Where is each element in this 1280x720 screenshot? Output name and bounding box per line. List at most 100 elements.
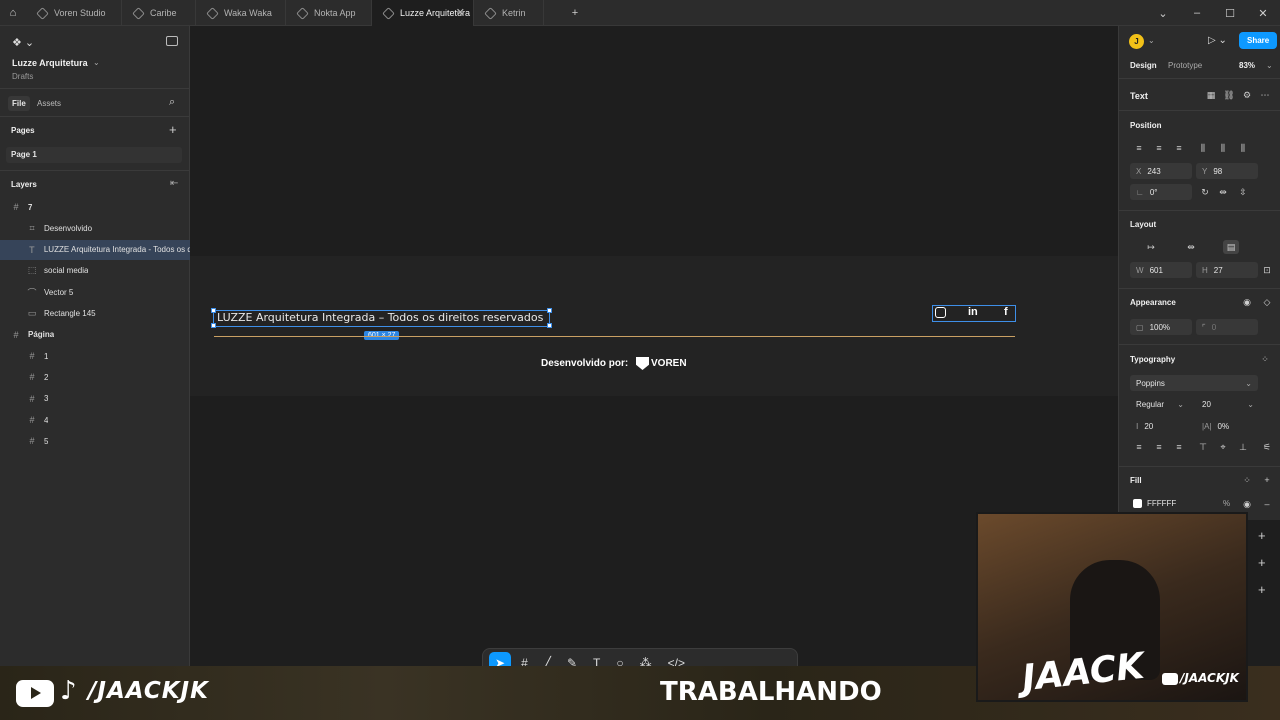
close-tab-icon[interactable]: ✕ bbox=[456, 6, 465, 19]
text-align-center-icon[interactable]: ≡ bbox=[1151, 440, 1167, 454]
font-size-field[interactable]: 20 ⌄ bbox=[1196, 396, 1258, 412]
home-icon[interactable]: ⌂ bbox=[0, 0, 26, 26]
search-icon[interactable]: ⌕ bbox=[169, 96, 175, 109]
file-icon bbox=[36, 6, 49, 20]
tab-file[interactable]: File bbox=[8, 96, 30, 111]
chevron-down-icon[interactable]: ⌄ bbox=[93, 58, 100, 67]
right-panel: J ⌄ ▷ ⌄ Share Design Prototype 83% ⌄ Tex… bbox=[1118, 26, 1280, 520]
grid-icon[interactable]: ▦ bbox=[1203, 88, 1219, 102]
minimize-button[interactable]: – bbox=[1180, 0, 1214, 26]
font-family-select[interactable]: Poppins ⌄ bbox=[1130, 375, 1258, 391]
x-field[interactable]: X 243 bbox=[1130, 163, 1192, 179]
tab-4[interactable]: Luzze Arquitetura ✕ bbox=[372, 0, 474, 26]
hug-width-icon[interactable]: ⇹ bbox=[1183, 240, 1199, 254]
instagram-icon[interactable] bbox=[935, 307, 946, 318]
add-fill-button[interactable]: + bbox=[1259, 473, 1275, 487]
text-align-middle-icon[interactable]: ⌖ bbox=[1215, 440, 1231, 454]
linkedin-icon[interactable]: in bbox=[968, 306, 978, 318]
corner-radius-field[interactable]: ⌜ 0 bbox=[1196, 319, 1258, 335]
add-page-button[interactable]: + bbox=[169, 122, 177, 137]
fill-visibility-icon[interactable]: ◉ bbox=[1239, 497, 1255, 511]
facebook-icon[interactable]: f bbox=[1004, 306, 1008, 318]
component-icon[interactable]: ⚙ bbox=[1239, 88, 1255, 102]
credit-text[interactable]: Desenvolvido por: bbox=[541, 358, 628, 369]
text-align-left-icon[interactable]: ≡ bbox=[1131, 440, 1147, 454]
blend-drop-icon[interactable]: ◇ bbox=[1259, 295, 1275, 309]
align-top-icon[interactable]: ⫼ bbox=[1195, 141, 1211, 155]
tab-design[interactable]: Design bbox=[1130, 61, 1157, 70]
layer-item[interactable]: #1 bbox=[0, 346, 190, 366]
share-button[interactable]: Share bbox=[1239, 32, 1278, 49]
present-play-icon[interactable]: ▷ ⌄ bbox=[1208, 35, 1227, 46]
text-align-top-icon[interactable]: ⊤ bbox=[1195, 440, 1211, 454]
width-field[interactable]: W 601 bbox=[1130, 262, 1192, 278]
rotate-icon[interactable]: ↻ bbox=[1197, 185, 1213, 199]
layer-item[interactable]: ▭ Rectangle 145 bbox=[0, 304, 190, 324]
fill-swatch[interactable] bbox=[1133, 499, 1142, 508]
tab-1[interactable]: Caribe bbox=[122, 0, 196, 26]
chevron-down-icon[interactable]: ⌄ bbox=[1266, 61, 1273, 70]
text-align-right-icon[interactable]: ≡ bbox=[1171, 440, 1187, 454]
avatar[interactable]: J bbox=[1129, 34, 1144, 49]
align-left-icon[interactable]: ≡ bbox=[1131, 141, 1147, 155]
flip-vertical-icon[interactable]: ⇳ bbox=[1235, 185, 1251, 199]
main-menu-icon[interactable]: ❖ ⌄ bbox=[12, 36, 34, 49]
layer-item[interactable]: # Página bbox=[0, 325, 190, 345]
link-icon[interactable]: ⛓ bbox=[1221, 88, 1237, 102]
tab-5[interactable]: Ketrin bbox=[474, 0, 544, 26]
remove-fill-button[interactable]: – bbox=[1259, 497, 1275, 511]
type-settings-icon[interactable]: ⚟ bbox=[1259, 440, 1275, 454]
align-middle-icon[interactable]: ⫼ bbox=[1215, 141, 1231, 155]
layer-item[interactable]: #5 bbox=[0, 431, 190, 451]
line-height-field[interactable]: Ⅰ 20 bbox=[1130, 418, 1188, 434]
maximize-button[interactable]: ☐ bbox=[1213, 0, 1247, 26]
opacity-field[interactable]: ▢ 100% bbox=[1130, 319, 1192, 335]
fill-opacity[interactable]: % bbox=[1223, 499, 1230, 508]
tab-prototype[interactable]: Prototype bbox=[1168, 61, 1202, 70]
file-name[interactable]: Luzze Arquitetura bbox=[12, 58, 88, 68]
layer-item[interactable]: ⌗ Desenvolvido bbox=[0, 218, 190, 238]
add-export-button[interactable]: + bbox=[1258, 582, 1266, 597]
rotation-field[interactable]: ∟ 0° bbox=[1130, 184, 1192, 200]
tab-2[interactable]: Waka Waka bbox=[196, 0, 286, 26]
align-bottom-icon[interactable]: ⫼ bbox=[1235, 141, 1251, 155]
chevron-down-icon[interactable]: ⌄ bbox=[1148, 36, 1155, 45]
layer-label: LUZZE Arquitetura Integrada - Todos os d bbox=[43, 245, 190, 255]
chevron-down-icon[interactable]: ⌄ bbox=[1146, 0, 1180, 26]
file-icon bbox=[382, 6, 395, 20]
toggle-sidebar-icon[interactable] bbox=[166, 36, 178, 46]
flip-horizontal-icon[interactable]: ⇹ bbox=[1215, 185, 1231, 199]
tab-0[interactable]: Voren Studio bbox=[26, 0, 122, 26]
zoom-level[interactable]: 83% bbox=[1239, 61, 1255, 70]
layer-item[interactable]: #4 bbox=[0, 410, 190, 430]
layer-item[interactable]: #2 bbox=[0, 367, 190, 387]
visibility-eye-icon[interactable]: ◉ bbox=[1239, 295, 1255, 309]
layer-item[interactable]: ⌒ Vector 5 bbox=[0, 282, 190, 302]
collapse-layers-icon[interactable]: ⇤ bbox=[170, 178, 178, 189]
font-weight-select[interactable]: Regular ⌄ bbox=[1130, 396, 1188, 412]
add-effect-button[interactable]: + bbox=[1258, 555, 1266, 570]
fill-styles-icon[interactable]: ⁘ bbox=[1239, 473, 1255, 487]
layer-item[interactable]: #7 bbox=[0, 197, 190, 217]
text-align-bottom-icon[interactable]: ⊥ bbox=[1235, 440, 1251, 454]
layer-item[interactable]: #3 bbox=[0, 389, 190, 409]
height-field[interactable]: H 27 bbox=[1196, 262, 1258, 278]
layer-item[interactable]: ⬚ social media bbox=[0, 261, 190, 281]
align-center-icon[interactable]: ≡ bbox=[1151, 141, 1167, 155]
close-window-button[interactable]: ✕ bbox=[1246, 0, 1280, 26]
tab-assets[interactable]: Assets bbox=[37, 99, 61, 108]
text-styles-icon[interactable]: ⁘ bbox=[1257, 352, 1273, 366]
fill-hex[interactable]: FFFFFF bbox=[1147, 499, 1176, 508]
fixed-width-icon[interactable]: ↦ bbox=[1143, 240, 1159, 254]
y-field[interactable]: Y 98 bbox=[1196, 163, 1258, 179]
letter-spacing-field[interactable]: |A| 0% bbox=[1196, 418, 1258, 434]
align-right-icon[interactable]: ≡ bbox=[1171, 141, 1187, 155]
auto-height-icon[interactable]: ▤ bbox=[1223, 240, 1239, 254]
more-icon[interactable]: ⋯ bbox=[1257, 88, 1273, 102]
add-stroke-button[interactable]: + bbox=[1258, 528, 1266, 543]
layer-item[interactable]: T LUZZE Arquitetura Integrada - Todos os … bbox=[0, 239, 190, 260]
new-tab-button[interactable]: + bbox=[560, 0, 590, 26]
constraints-icon[interactable]: ⊡ bbox=[1259, 263, 1275, 277]
tab-3[interactable]: Nokta App bbox=[286, 0, 372, 26]
footer-copyright-text[interactable]: LUZZE Arquitetura Integrada – Todos os d… bbox=[217, 311, 543, 324]
